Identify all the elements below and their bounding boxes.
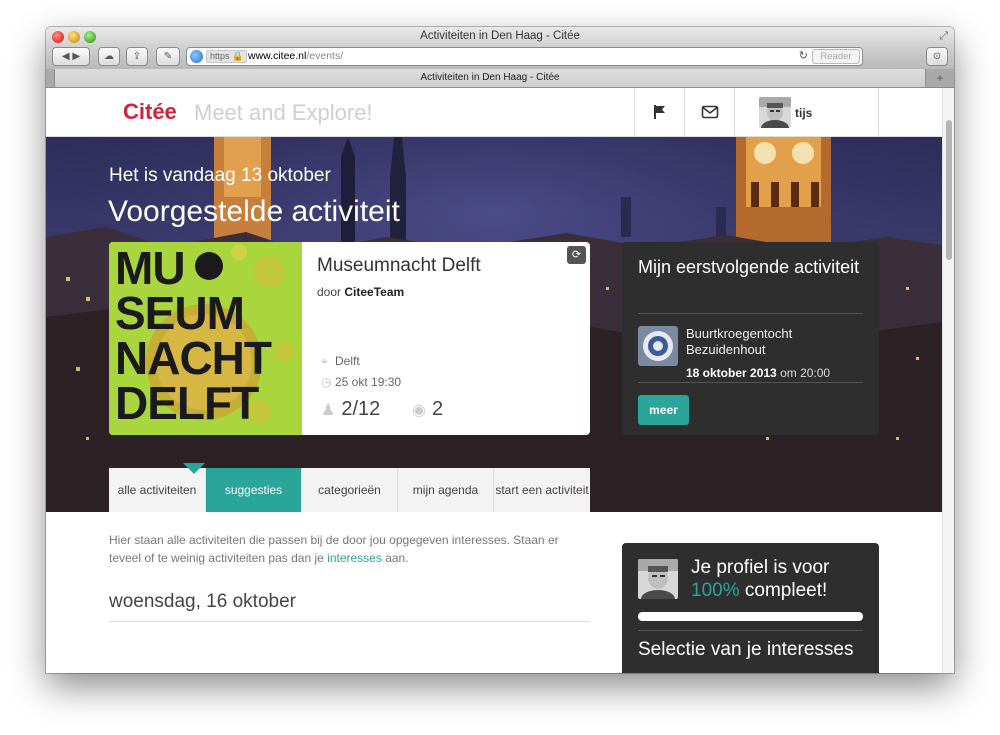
globe-icon [190, 50, 203, 63]
browser-tab[interactable]: Activiteiten in Den Haag - Citée [54, 69, 926, 88]
tab-start-activity[interactable]: start een activiteit [493, 468, 590, 512]
cloud-tabs-button[interactable]: ☁ [98, 47, 120, 66]
window-title: Activiteiten in Den Haag - Citée [420, 30, 580, 42]
wrench-icon[interactable]: ✎ [156, 47, 180, 66]
profile-completion-text: Je profiel is voor 100% compleet! [691, 557, 830, 601]
today-date: Het is vandaag 13 oktober [109, 165, 331, 186]
site-tagline: Meet and Explore! [194, 100, 373, 125]
username: tijs [795, 106, 813, 120]
site-logo[interactable]: Citée [123, 99, 177, 125]
activity-tabs: alle activiteiten suggesties categorieën… [109, 468, 590, 512]
flag-icon [654, 105, 665, 119]
tab-bar: Activiteiten in Den Haag - Citée + [46, 69, 954, 88]
reader-button[interactable]: Reader [812, 49, 860, 64]
event-datetime: ◷ 25 okt 19:30 [321, 375, 402, 389]
interests-link[interactable]: interesses [327, 551, 382, 565]
next-activity-heading: Mijn eerstvolgende activiteit [638, 257, 860, 277]
clock-icon: ◷ [321, 375, 332, 389]
hero-title: Voorgestelde activiteit [108, 195, 400, 228]
new-tab-button[interactable]: + [930, 71, 950, 86]
address-bar[interactable]: https 🔒 www.citee.nl/events/ ↻ Reader [186, 47, 863, 66]
url-text: www.citee.nl/events/ [248, 50, 344, 62]
next-activity-thumbnail[interactable] [638, 326, 678, 366]
intro-text: Hier staan alle activiteiten die passen … [109, 533, 559, 565]
web-page: Citée Meet and Explore! tijs Het is vand… [46, 88, 942, 673]
featured-event-card[interactable]: MU SEUM NACHT DELFT ⟳ Museumnacht Delft … [109, 242, 590, 435]
hero-banner: Het is vandaag 13 oktober Voorgestelde a… [46, 137, 942, 512]
divider [109, 621, 590, 622]
divider [638, 630, 863, 631]
https-badge: https 🔒 [206, 50, 248, 63]
day-heading: woensdag, 16 oktober [109, 591, 296, 612]
vertical-scrollbar[interactable] [942, 88, 954, 673]
title-bar: Activiteiten in Den Haag - Citée ⤢ [46, 27, 954, 47]
active-tab-indicator [183, 463, 205, 474]
location-pin-icon: ⌖ [321, 354, 328, 368]
messages-button[interactable] [684, 88, 734, 137]
next-activity-date: 18 oktober 2013 om 20:00 [686, 366, 831, 380]
interests-selection-heading: Selectie van je interesses [638, 639, 854, 660]
divider [638, 313, 863, 314]
downloads-button[interactable]: ⊙ [926, 47, 948, 66]
avatar [638, 559, 678, 599]
browser-toolbar: ◀ ▶ ☁ ⇪ ✎ https 🔒 www.citee.nl/events/ ↻… [46, 47, 954, 69]
person-icon: ♟ [321, 402, 336, 419]
tab-suggestions[interactable]: suggesties [205, 468, 301, 512]
event-organizer: door CiteeTeam [317, 285, 405, 299]
refresh-icon[interactable]: ⟳ [567, 246, 586, 264]
scrollbar-thumb[interactable] [946, 120, 952, 260]
profile-completion-card: Je profiel is voor 100% compleet! Select… [622, 543, 879, 673]
notifications-button[interactable] [634, 88, 684, 137]
next-activity-card: Mijn eerstvolgende activiteit Buurtkroeg… [622, 242, 879, 435]
poster-lettering: MU SEUM NACHT DELFT [115, 242, 272, 429]
share-button[interactable]: ⇪ [126, 47, 148, 66]
event-title[interactable]: Museumnacht Delft [317, 255, 481, 277]
progress-fill [638, 612, 863, 621]
back-forward-buttons[interactable]: ◀ ▶ [52, 47, 90, 66]
user-menu[interactable]: tijs [734, 88, 879, 137]
site-header: Citée Meet and Explore! tijs [46, 88, 942, 137]
divider [638, 382, 863, 383]
profile-progress-bar [638, 612, 863, 621]
browser-window: Activiteiten in Den Haag - Citée ⤢ ◀ ▶ ☁… [46, 27, 954, 673]
event-views: ◉ 2 [412, 398, 444, 420]
eye-icon: ◉ [412, 402, 426, 419]
tab-my-agenda[interactable]: mijn agenda [397, 468, 493, 512]
tab-all-activities[interactable]: alle activiteiten [109, 468, 205, 512]
reload-icon[interactable]: ↻ [799, 48, 808, 65]
mail-icon [701, 105, 719, 119]
event-attendees: ♟ 2/12 [321, 398, 381, 420]
next-activity-name[interactable]: Buurtkroegentocht Bezuidenhout [686, 326, 861, 358]
tab-categories[interactable]: categorieën [301, 468, 397, 512]
fullscreen-icon[interactable]: ⤢ [939, 30, 948, 43]
more-button[interactable]: meer [638, 395, 689, 425]
avatar [759, 97, 791, 128]
event-location: ⌖ Delft [321, 354, 360, 368]
